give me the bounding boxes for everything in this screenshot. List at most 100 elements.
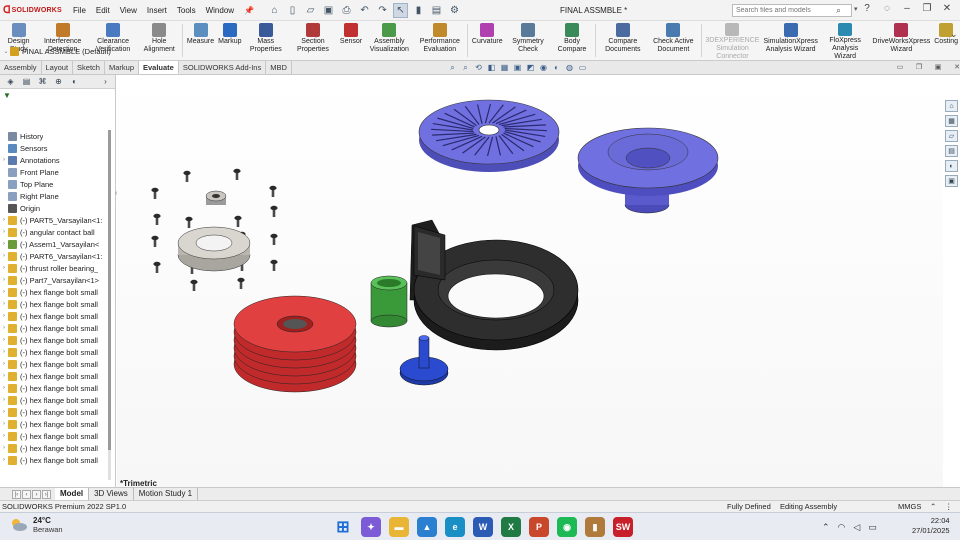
search-input[interactable]: [736, 7, 836, 14]
property-manager-tab-icon[interactable]: ▤: [20, 76, 33, 87]
zoom-area-icon[interactable]: ⌕: [461, 63, 470, 72]
tree-item[interactable]: › (-) hex flange bolt small: [0, 454, 110, 466]
tree-item[interactable]: › (-) PART5_Varsayilan<1:: [0, 214, 110, 226]
ribbon-button-18[interactable]: FloXpress Analysis Wizard: [820, 21, 871, 61]
minimize-icon[interactable]: –: [900, 3, 914, 14]
tree-item[interactable]: › (-) hex flange bolt small: [0, 394, 110, 406]
ribbon-button-11[interactable]: Curvature: [470, 21, 505, 61]
help-icon[interactable]: ?: [860, 3, 874, 14]
command-tab-mbd[interactable]: MBD: [266, 61, 292, 74]
ribbon-button-7[interactable]: Section Properties: [288, 21, 338, 61]
ribbon-button-13[interactable]: Body Compare: [551, 21, 592, 61]
restore-icon[interactable]: ❐: [920, 3, 934, 14]
feature-tree-tab-icon[interactable]: ◈: [4, 76, 17, 87]
doc-close-icon[interactable]: ✕: [951, 63, 960, 71]
word-icon[interactable]: W: [473, 517, 493, 537]
status-options-icon[interactable]: ⋮: [945, 502, 953, 511]
doc-tile-icon[interactable]: ▣: [932, 63, 944, 71]
menu-file[interactable]: File: [68, 0, 91, 21]
previous-view-icon[interactable]: ⟲: [474, 63, 483, 72]
ribbon-button-12[interactable]: Symmetry Check: [505, 21, 552, 61]
ribbon-button-3[interactable]: Hole Alignment: [138, 21, 180, 61]
ribbon-button-16[interactable]: 3DEXPERIENCE Simulation Connector: [703, 21, 761, 61]
menu-window[interactable]: Window: [201, 0, 239, 21]
units-selector[interactable]: MMGS: [898, 502, 921, 511]
ribbon-button-9[interactable]: Assembly Visualization: [364, 21, 415, 61]
tree-item[interactable]: › Annotations: [0, 154, 110, 166]
tree-item[interactable]: › (-) hex flange bolt small: [0, 406, 110, 418]
powerpoint-icon[interactable]: P: [529, 517, 549, 537]
ribbon-button-15[interactable]: Check Active Document: [648, 21, 699, 61]
doc-restore-icon[interactable]: ❐: [913, 63, 925, 71]
volute-casing-part[interactable]: [409, 219, 579, 351]
tree-item[interactable]: › (-) angular contact ball: [0, 226, 110, 238]
custom-properties-icon[interactable]: ▣: [945, 175, 958, 187]
expand-arrow-icon[interactable]: ›: [0, 409, 8, 415]
tree-item[interactable]: › (-) PART6_Varsayilan<1:: [0, 250, 110, 262]
tab-3d-views[interactable]: 3D Views: [89, 488, 134, 500]
command-tab-evaluate[interactable]: Evaluate: [139, 61, 179, 74]
green-sleeve-part[interactable]: [370, 275, 408, 328]
expand-arrow-icon[interactable]: ›: [0, 397, 8, 403]
ribbon-button-10[interactable]: Performance Evaluation: [415, 21, 466, 61]
view-palette-icon[interactable]: ▤: [945, 145, 958, 157]
tree-root-assembly[interactable]: ⌄ FINAL ASSMBLE (Default) <: [2, 45, 112, 57]
excel-icon[interactable]: X: [501, 517, 521, 537]
ribbon-button-4[interactable]: Measure: [185, 21, 216, 61]
solidworks-taskbar-icon[interactable]: SW: [613, 517, 633, 537]
new-document-icon[interactable]: ▯: [285, 3, 300, 18]
zoom-to-fit-icon[interactable]: ⌕: [448, 63, 457, 72]
expand-arrow-icon[interactable]: ›: [0, 457, 8, 463]
tree-item[interactable]: › (-) hex flange bolt small: [0, 298, 110, 310]
expand-arrow-icon[interactable]: ›: [0, 289, 8, 295]
search-box[interactable]: ⌕: [732, 4, 852, 17]
select-cursor-icon[interactable]: ↖: [393, 2, 409, 18]
solidworks-resources-icon[interactable]: ⌂: [945, 100, 958, 112]
tree-item[interactable]: › (-) hex flange bolt small: [0, 430, 110, 442]
display-style-icon[interactable]: ◩: [526, 63, 535, 72]
expand-arrow-icon[interactable]: ›: [0, 361, 8, 367]
tray-overflow-icon[interactable]: ⌃: [822, 522, 830, 533]
appearances-icon[interactable]: ◐: [945, 160, 958, 172]
command-tab-sketch[interactable]: Sketch: [73, 61, 105, 74]
copilot-icon[interactable]: ✦: [361, 517, 381, 537]
expand-arrow-icon[interactable]: ›: [0, 277, 8, 283]
tree-item[interactable]: › (-) hex flange bolt small: [0, 442, 110, 454]
expand-arrow-icon[interactable]: ›: [0, 241, 8, 247]
tree-item[interactable]: › (-) hex flange bolt small: [0, 370, 110, 382]
menu-tools[interactable]: Tools: [172, 0, 201, 21]
tab-model[interactable]: Model: [55, 488, 90, 500]
expand-arrow-icon[interactable]: ›: [0, 337, 8, 343]
app-icon[interactable]: ▮: [585, 517, 605, 537]
editing-mode[interactable]: Editing Assembly: [780, 502, 837, 511]
command-tab-markup[interactable]: Markup: [105, 61, 139, 74]
pin-icon[interactable]: 📌: [239, 0, 259, 21]
file-explorer-pane-icon[interactable]: ▱: [945, 130, 958, 142]
undo-icon[interactable]: ↶: [357, 3, 372, 18]
section-view-icon[interactable]: ◧: [487, 63, 496, 72]
expand-arrow-icon[interactable]: ›: [0, 313, 8, 319]
search-dropdown-icon[interactable]: ▾: [854, 5, 858, 13]
redo-icon[interactable]: ↷: [375, 3, 390, 18]
display-manager-tab-icon[interactable]: ◐: [68, 76, 81, 87]
expand-arrow-icon[interactable]: ›: [0, 421, 8, 427]
prev-tab-icon[interactable]: ‹: [22, 489, 31, 499]
scene-icon[interactable]: ◍: [565, 63, 574, 72]
expand-arrow-icon[interactable]: ›: [0, 385, 8, 391]
ribbon-button-20[interactable]: Costing: [932, 21, 960, 61]
tree-item[interactable]: › (-) hex flange bolt small: [0, 358, 110, 370]
menu-insert[interactable]: Insert: [142, 0, 172, 21]
home-icon[interactable]: ⌂: [267, 3, 282, 18]
tree-item[interactable]: Top Plane: [0, 178, 110, 190]
ribbon-button-6[interactable]: Mass Properties: [244, 21, 289, 61]
tree-item[interactable]: Origin: [0, 202, 110, 214]
dynamic-annotation-icon[interactable]: ▦: [500, 63, 509, 72]
expand-arrow-icon[interactable]: ›: [0, 229, 8, 235]
dimxpert-tab-icon[interactable]: ⊕: [52, 76, 65, 87]
open-folder-icon[interactable]: ▱: [303, 3, 318, 18]
start-icon[interactable]: ⊞: [333, 517, 353, 537]
expand-arrow-icon[interactable]: ›: [0, 157, 8, 163]
expand-arrow-icon[interactable]: ›: [0, 217, 8, 223]
tree-item[interactable]: › (-) Assem1_Varsayilan<: [0, 238, 110, 250]
menu-edit[interactable]: Edit: [91, 0, 115, 21]
